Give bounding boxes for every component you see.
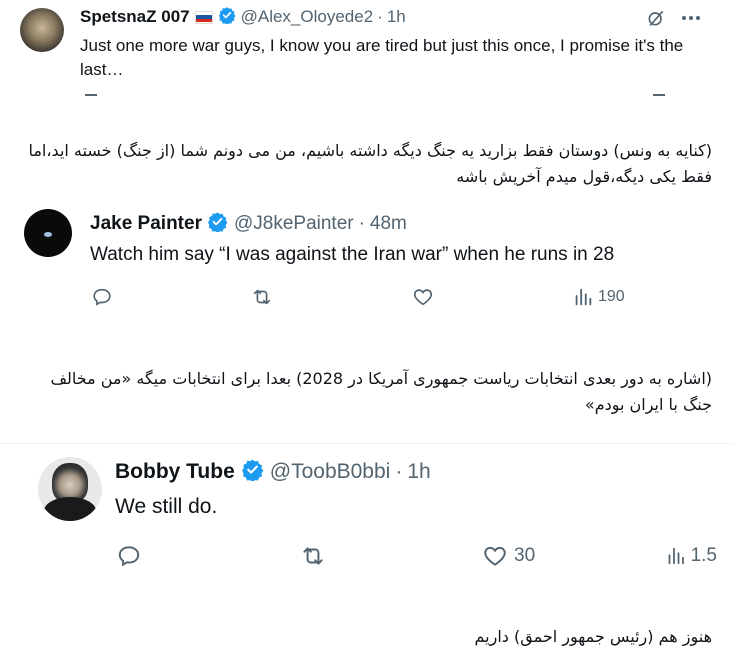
views-icon [575, 288, 592, 306]
verified-badge-icon [241, 458, 264, 487]
tweet-text: Just one more war guys, I know you are t… [80, 36, 684, 79]
likes-count: 30 [514, 545, 536, 566]
separator-dot: · [395, 460, 403, 483]
views-count: 1.5 [690, 545, 717, 566]
reply-icon [118, 546, 140, 567]
tweet-text: We still do. [115, 495, 218, 518]
reply-button[interactable] [116, 543, 142, 569]
author-name[interactable]: Jake Painter [90, 213, 202, 235]
tweet-header: Bobby Tube @ToobB0bbi · 1h [115, 457, 431, 487]
timestamp[interactable]: 1h [407, 460, 430, 484]
avatar[interactable] [20, 8, 64, 52]
grok-icon[interactable] [646, 8, 666, 28]
views-icon [668, 547, 684, 565]
author-name[interactable]: SpetsnaZ 007 [80, 7, 190, 27]
caption-persian: هنوز هم (رئیس جمهور احمق) داریم [474, 627, 713, 646]
tweet-text: Watch him say “I was against the Iran wa… [90, 244, 615, 265]
action-bar-partial [85, 94, 665, 96]
russia-flag-icon [194, 10, 213, 24]
avatar[interactable] [38, 457, 102, 521]
more-options-icon[interactable] [680, 10, 702, 26]
heart-icon [413, 289, 433, 306]
retweet-button[interactable] [250, 286, 274, 308]
views-count: 190 [598, 288, 625, 305]
verified-badge-icon [207, 211, 228, 238]
retweet-icon [303, 547, 323, 565]
author-name[interactable]: Bobby Tube [115, 460, 235, 484]
author-handle[interactable]: @ToobB0bbi [270, 460, 391, 484]
divider [0, 443, 733, 444]
verified-badge-icon [218, 6, 236, 29]
author-handle[interactable]: @Alex_Oloyede2 [241, 7, 374, 27]
timestamp[interactable]: 48m [370, 213, 407, 235]
caption-persian: (اشاره به دور بعدی انتخابات ریاست جمهوری… [50, 369, 712, 414]
avatar[interactable] [24, 209, 72, 257]
tweet-header: SpetsnaZ 007 @Alex_Oloyede2 · 1h [80, 6, 406, 28]
timestamp[interactable]: 1h [387, 7, 406, 27]
caption-persian: (کنایه به ونس) دوستان فقط بزارید یه جنگ … [28, 141, 712, 186]
separator-dot: · [377, 7, 383, 26]
reply-icon [93, 288, 111, 306]
reply-button[interactable] [91, 286, 113, 308]
retweet-icon [253, 289, 271, 305]
like-button[interactable]: 30 [482, 543, 535, 569]
views-button[interactable]: 190 [572, 286, 625, 308]
like-button[interactable] [412, 286, 434, 308]
retweet-button[interactable] [299, 543, 327, 569]
heart-icon [484, 546, 506, 566]
author-handle[interactable]: @J8kePainter [234, 213, 354, 235]
tweet-header: Jake Painter @J8kePainter · 48m [90, 211, 407, 237]
separator-dot: · [358, 213, 365, 234]
views-button[interactable]: 1.5 [665, 543, 717, 569]
